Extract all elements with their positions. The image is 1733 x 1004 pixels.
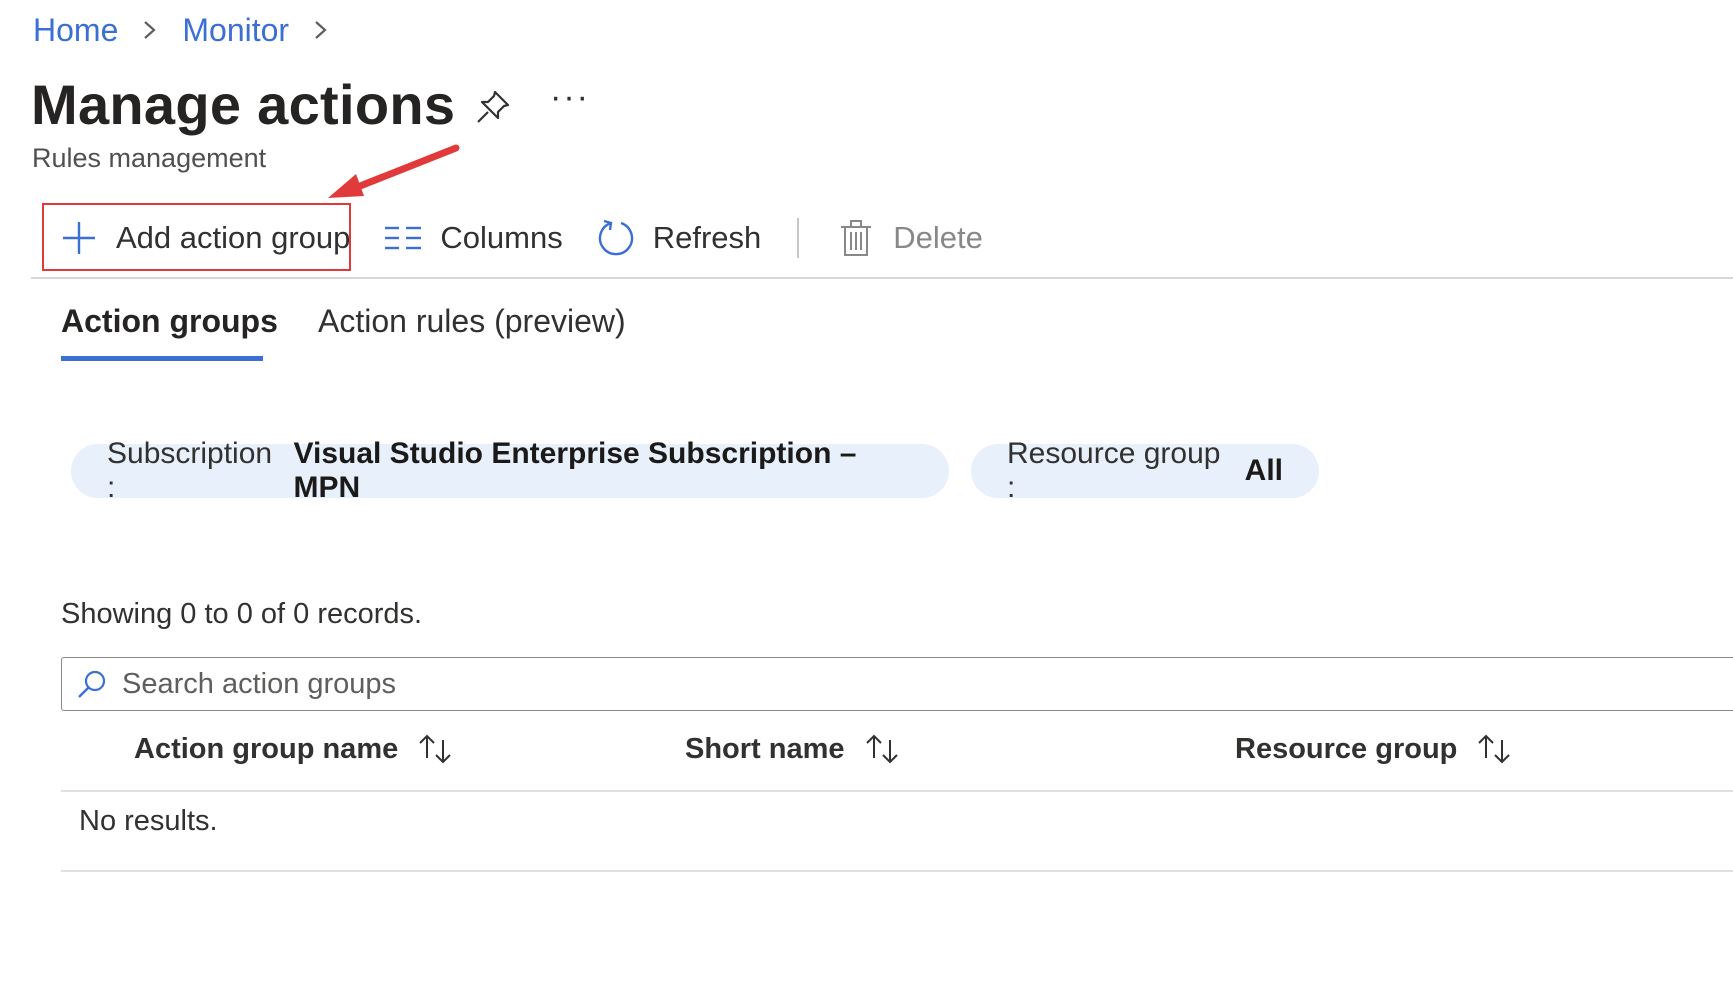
refresh-button[interactable]: Refresh bbox=[597, 219, 762, 257]
columns-button[interactable]: Columns bbox=[384, 219, 563, 257]
columns-icon bbox=[385, 226, 422, 250]
annotation-arrow bbox=[328, 144, 460, 198]
search-icon bbox=[78, 670, 106, 698]
records-count: Showing 0 to 0 of 0 records. bbox=[61, 598, 423, 630]
column-header-short-name[interactable]: Short name bbox=[685, 732, 903, 766]
search-input[interactable] bbox=[120, 666, 1624, 702]
highlight-box bbox=[42, 203, 351, 271]
pin-icon[interactable] bbox=[474, 88, 512, 126]
sort-icon bbox=[865, 734, 898, 764]
column-header-label: Action group name bbox=[134, 732, 399, 765]
sort-icon bbox=[419, 734, 451, 764]
delete-button[interactable]: Delete bbox=[837, 219, 983, 257]
delete-label: Delete bbox=[893, 220, 983, 255]
breadcrumb-monitor[interactable]: Monitor bbox=[182, 12, 289, 49]
empty-table-message: No results. bbox=[79, 805, 218, 837]
resource-group-filter-key: Resource group : bbox=[1007, 437, 1221, 504]
table-header-divider bbox=[61, 790, 1733, 792]
trash-icon bbox=[841, 220, 872, 256]
column-header-action-group-name[interactable]: Action group name bbox=[134, 732, 456, 766]
breadcrumb: Home Monitor bbox=[33, 10, 353, 50]
subscription-filter[interactable]: Subscription : Visual Studio Enterprise … bbox=[71, 437, 949, 504]
toolbar-divider bbox=[797, 218, 800, 258]
sort-icon bbox=[1478, 734, 1511, 764]
search-box[interactable] bbox=[61, 657, 1733, 711]
chevron-right-icon bbox=[144, 21, 157, 39]
tab-action-groups[interactable]: Action groups bbox=[61, 303, 278, 340]
columns-label: Columns bbox=[440, 220, 563, 255]
subscription-filter-value: Visual Studio Enterprise Subscription – … bbox=[293, 437, 857, 504]
breadcrumb-home[interactable]: Home bbox=[33, 12, 118, 49]
subscription-filter-key: Subscription : bbox=[107, 437, 273, 504]
refresh-icon bbox=[598, 219, 633, 256]
more-options-icon[interactable]: ··· bbox=[550, 78, 590, 117]
chevron-right-icon bbox=[315, 21, 327, 39]
table-bottom-divider bbox=[61, 870, 1733, 872]
resource-group-filter-value: All bbox=[1244, 454, 1283, 487]
toolbar-divider-line bbox=[31, 277, 1733, 279]
refresh-label: Refresh bbox=[652, 220, 762, 255]
active-tab-indicator bbox=[61, 356, 263, 361]
page-title: Manage actions bbox=[31, 73, 456, 136]
column-header-resource-group[interactable]: Resource group bbox=[1235, 732, 1515, 766]
resource-group-filter[interactable]: Resource group : All bbox=[971, 437, 1319, 504]
tab-action-rules[interactable]: Action rules (preview) bbox=[318, 303, 626, 340]
column-header-label: Short name bbox=[685, 732, 845, 765]
page-subtitle: Rules management bbox=[32, 143, 267, 173]
column-header-label: Resource group bbox=[1235, 732, 1458, 765]
